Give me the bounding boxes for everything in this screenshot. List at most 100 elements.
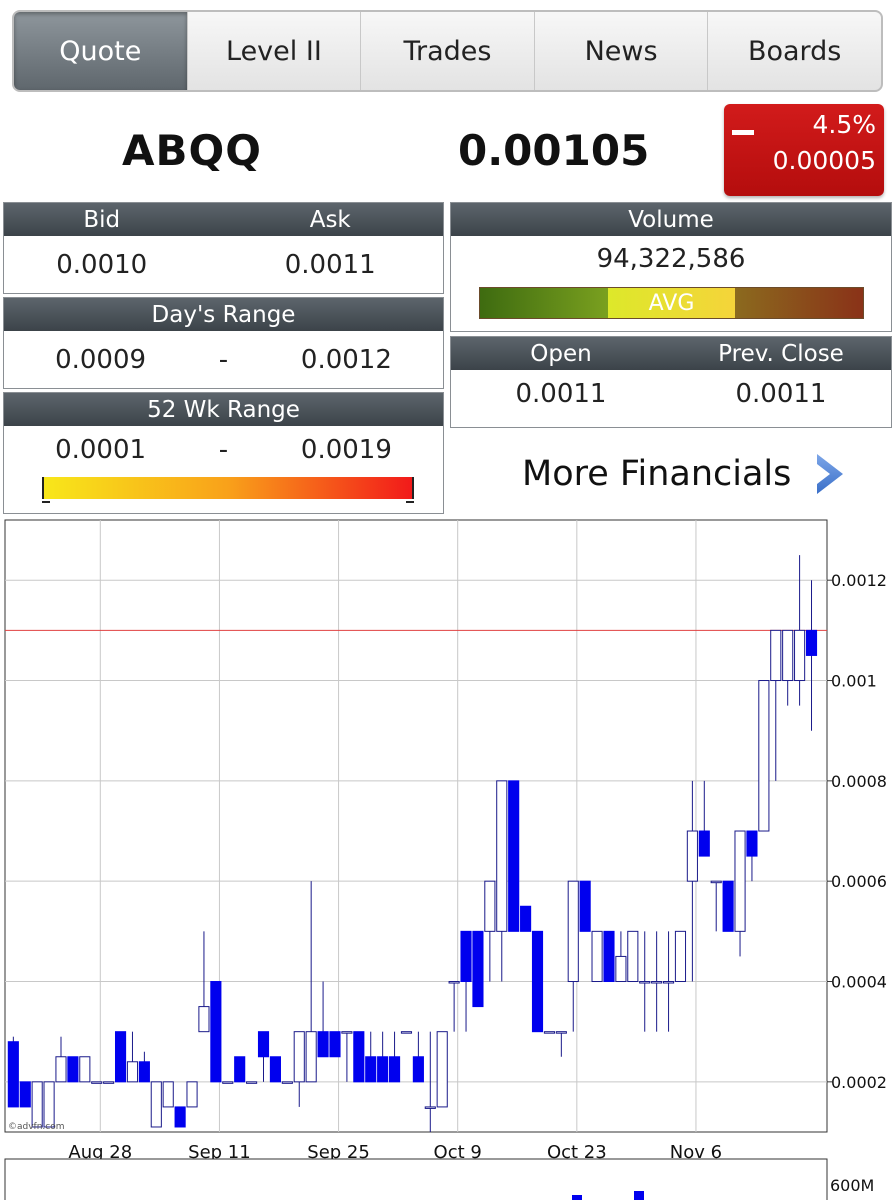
candle-body bbox=[341, 1031, 353, 1034]
candle-body bbox=[353, 1031, 365, 1083]
volume-meter-avg: AVG bbox=[607, 288, 736, 318]
candle-body bbox=[388, 1056, 401, 1083]
candle-body bbox=[603, 930, 615, 983]
y-tick-label: 0.0012 bbox=[831, 571, 887, 590]
candle-body bbox=[174, 1106, 186, 1128]
candle-body bbox=[722, 880, 734, 932]
days-range-panel: Day's Range 0.0009 - 0.0012 bbox=[3, 297, 444, 389]
volume-bar bbox=[572, 1195, 582, 1200]
volume-meter: AVG bbox=[479, 287, 864, 319]
tab-news[interactable]: News bbox=[533, 12, 708, 90]
candle-body bbox=[365, 1056, 377, 1083]
candle-body bbox=[448, 981, 460, 984]
candle-body bbox=[317, 1031, 329, 1058]
chevron-right-icon bbox=[817, 454, 844, 494]
candle-body bbox=[31, 1081, 43, 1128]
candle-body bbox=[782, 629, 794, 682]
candle-body bbox=[424, 1106, 436, 1109]
candle-body bbox=[281, 1081, 293, 1084]
52wk-range-panel: 52 Wk Range 0.0001 - 0.0019 bbox=[3, 392, 444, 514]
y-tick-label: 0.0002 bbox=[831, 1073, 887, 1092]
panel-header: Open Prev. Close bbox=[451, 337, 891, 370]
ask-label: Ask bbox=[309, 206, 351, 233]
panel-header: Day's Range bbox=[4, 298, 443, 331]
candle-body bbox=[758, 680, 770, 832]
candle-body bbox=[103, 1081, 115, 1084]
candle-body bbox=[662, 981, 675, 984]
y-tick-label: 0.0004 bbox=[831, 973, 887, 992]
open-close-panel: Open Prev. Close 0.0011 0.0011 bbox=[450, 336, 892, 428]
candle-body bbox=[579, 880, 591, 932]
candle-body bbox=[484, 880, 496, 932]
candle-body bbox=[674, 930, 687, 983]
candle-body bbox=[67, 1056, 79, 1083]
candle-body bbox=[257, 1031, 270, 1058]
tab-level-ii[interactable]: Level II bbox=[186, 12, 361, 90]
range-separator: - bbox=[218, 435, 229, 465]
candle-body bbox=[686, 830, 698, 882]
candle-body bbox=[651, 981, 663, 984]
candle-body bbox=[639, 981, 651, 984]
tab-quote[interactable]: Quote bbox=[14, 12, 187, 90]
candle-body bbox=[55, 1056, 67, 1083]
candle-body bbox=[150, 1081, 162, 1128]
candle-body bbox=[805, 629, 818, 656]
more-financials-link[interactable]: More Financials bbox=[522, 452, 847, 496]
volume-bar bbox=[634, 1191, 644, 1200]
candle-body bbox=[126, 1061, 139, 1083]
candle-body bbox=[555, 1031, 567, 1034]
volume-chart-area bbox=[4, 1158, 828, 1200]
y-tick-label: 0.001 bbox=[831, 672, 877, 691]
tab-boards[interactable]: Boards bbox=[707, 12, 881, 90]
candle-body bbox=[734, 830, 746, 932]
minus-icon bbox=[732, 130, 754, 135]
candle-body bbox=[412, 1056, 424, 1083]
change-value: 0.00005 bbox=[772, 146, 876, 175]
days-range-low: 0.0009 bbox=[55, 344, 147, 375]
tab-trades[interactable]: Trades bbox=[360, 12, 534, 90]
candle-body bbox=[138, 1061, 150, 1083]
52wk-range-bar bbox=[42, 477, 414, 503]
price-change-badge: 4.5% 0.00005 bbox=[724, 104, 884, 196]
candle-body bbox=[198, 1006, 210, 1033]
candle-body bbox=[186, 1081, 198, 1108]
candle-body bbox=[246, 1081, 258, 1084]
52wk-range-high: 0.0019 bbox=[300, 435, 392, 465]
candle-body bbox=[543, 1031, 555, 1034]
candle-body bbox=[293, 1031, 305, 1083]
watermark: ©advfn.com bbox=[8, 1122, 65, 1132]
volume-label: Volume bbox=[628, 206, 714, 233]
candle-body bbox=[567, 880, 579, 983]
candle-body bbox=[114, 1031, 127, 1083]
volume-y-tick: 600M bbox=[830, 1176, 874, 1195]
panel-header: Volume bbox=[451, 203, 891, 236]
panel-header: Bid Ask bbox=[4, 203, 443, 236]
candle-body bbox=[269, 1056, 281, 1083]
change-percent: 4.5% bbox=[812, 110, 876, 139]
tab-bar: Quote Level II Trades News Boards bbox=[12, 10, 883, 92]
candle-body bbox=[615, 955, 627, 983]
candle-body bbox=[19, 1081, 31, 1108]
panel-header: 52 Wk Range bbox=[4, 393, 443, 426]
candle-body bbox=[7, 1041, 19, 1108]
candle-body bbox=[710, 880, 722, 884]
prev-close-value: 0.0011 bbox=[735, 379, 827, 409]
volume-meter-high bbox=[735, 288, 864, 318]
volume-value: 94,322,586 bbox=[596, 244, 746, 274]
price-chart: 0.00020.00040.00060.00080.0010.0012 Aug … bbox=[4, 519, 887, 1200]
days-range-label: Day's Range bbox=[151, 301, 296, 328]
bid-label: Bid bbox=[83, 206, 121, 233]
candle-body bbox=[79, 1056, 91, 1083]
bid-ask-panel: Bid Ask 0.0010 0.0011 bbox=[3, 202, 444, 294]
y-tick-label: 0.0008 bbox=[831, 772, 887, 791]
range-separator: - bbox=[218, 344, 229, 375]
candle-body bbox=[91, 1081, 103, 1084]
y-axis-labels: 0.0002 0.0004 0.0006 0.0008 0.001 0.0012 bbox=[831, 571, 887, 1092]
last-price: 0.00105 bbox=[458, 126, 650, 175]
candle-body bbox=[305, 1031, 317, 1083]
candle-body bbox=[794, 629, 806, 682]
candle-body bbox=[770, 629, 782, 682]
ask-value: 0.0011 bbox=[284, 249, 376, 280]
candle-body bbox=[746, 830, 758, 857]
open-label: Open bbox=[530, 340, 592, 367]
